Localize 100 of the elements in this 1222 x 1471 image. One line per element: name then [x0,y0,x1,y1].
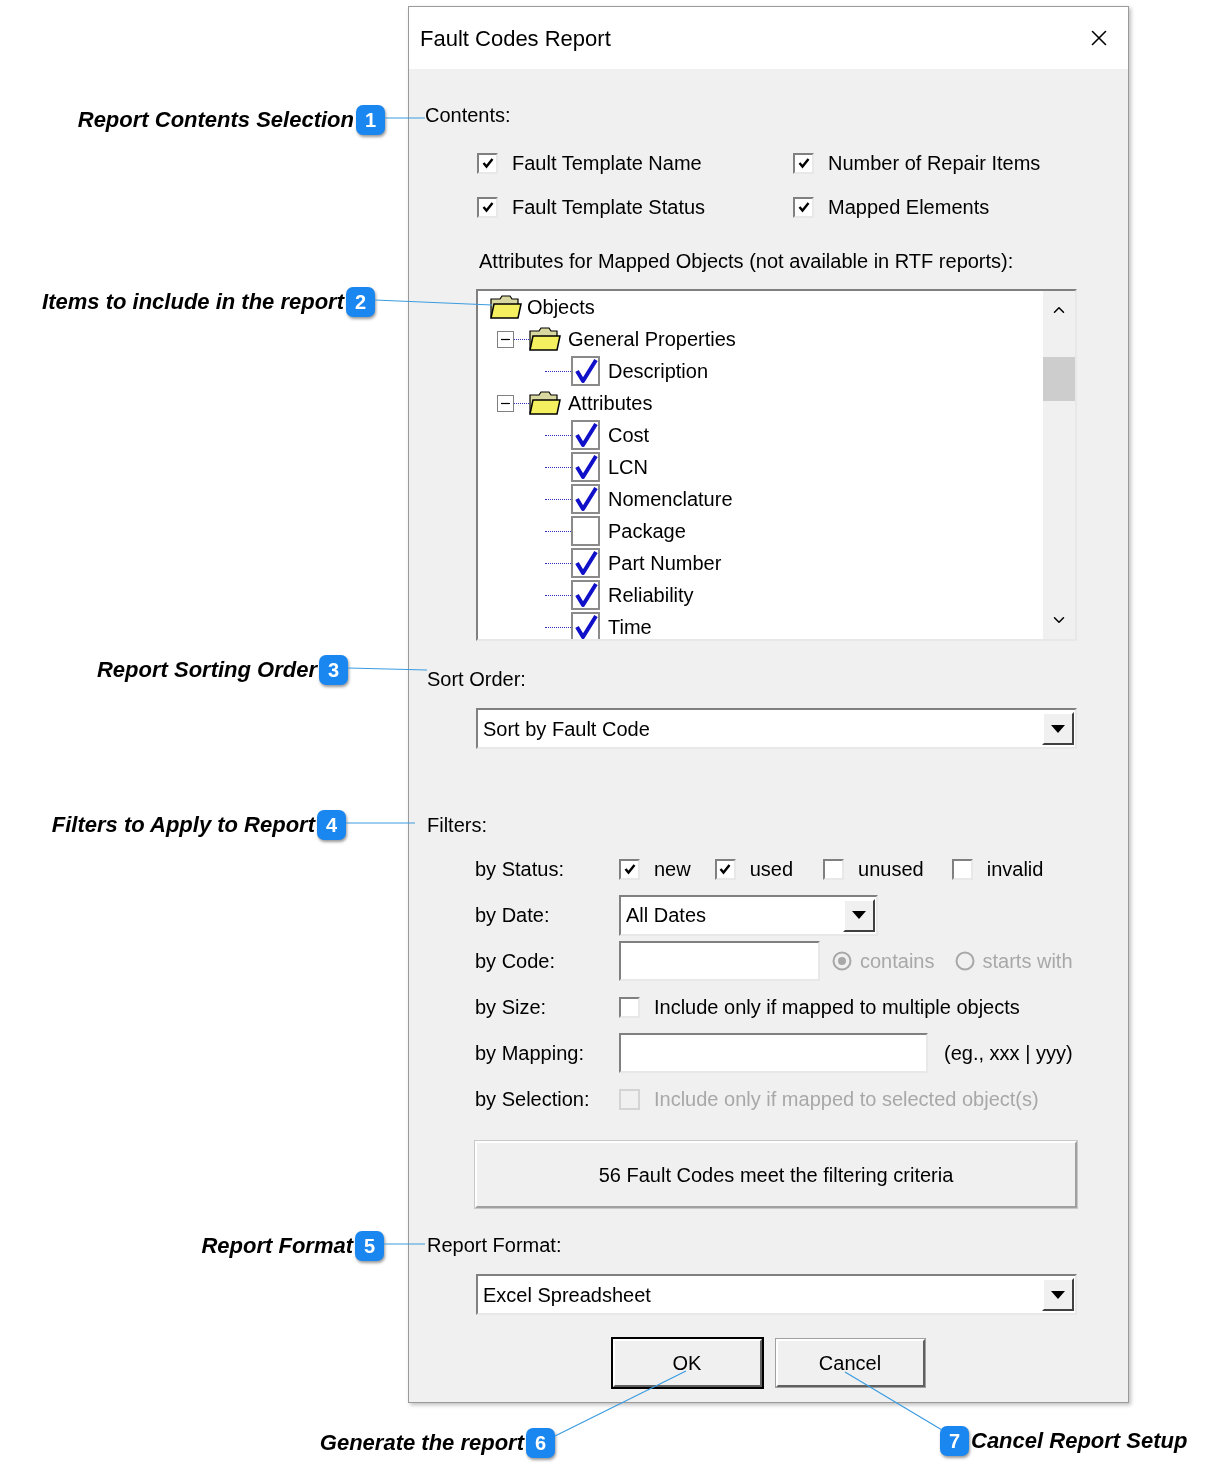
section-label: Attributes for Mapped Objects (not available in RTF reports): [479,249,1014,274]
dropdown[interactable]: Sort by Fault Code [476,708,1077,749]
check-icon [719,863,732,875]
checkbox-label: Include only if mapped to multiple objects [654,995,1020,1020]
tree-item[interactable]: LCN [608,452,648,482]
tree-item[interactable]: Objects [527,292,595,322]
status-message: 56 Fault Codes meet the filtering criteria [475,1141,1077,1208]
callout-number: 3 [319,654,348,685]
filter-label: by Size: [475,995,548,1020]
dropdown-button[interactable] [1042,712,1074,745]
check-icon [573,454,598,480]
caret-icon [852,911,866,919]
filter-label: by Status: [475,857,565,882]
check-icon [481,201,494,213]
section-label: Sort Order: [427,667,526,692]
radio-label: contains [860,949,935,974]
tree-item[interactable]: Attributes [568,388,653,418]
callout-number: 2 [346,286,375,317]
collapse-icon[interactable] [497,330,514,348]
dialog-button[interactable]: OK [612,1339,762,1387]
checkbox[interactable] [571,580,600,610]
check-icon [573,582,598,608]
checkbox[interactable] [477,152,498,174]
dropdown[interactable]: Excel Spreadsheet [476,1274,1077,1315]
checkbox-label: new [654,857,691,882]
checkbox-label: Fault Template Status [512,195,706,220]
callout-number: 4 [317,809,346,840]
callout-text: Cancel Report Setup [971,1427,1188,1455]
collapse-icon[interactable] [497,394,514,412]
dropdown-button[interactable] [1042,1278,1074,1311]
checkbox[interactable] [793,152,814,174]
callout-number: 1 [356,104,385,135]
checkbox[interactable] [823,858,845,880]
leader-line [384,117,426,119]
radio-label: starts with [982,949,1073,974]
tree-item[interactable]: Reliability [608,580,694,610]
checkbox-label: Mapped Elements [828,195,990,220]
tree-item[interactable]: Package [608,516,686,546]
checkbox[interactable] [571,548,600,578]
callout-number: 6 [526,1427,555,1458]
leader-line [383,1243,426,1245]
checkbox[interactable] [571,356,600,386]
callout-text: Report Format [201,1232,353,1260]
folder-icon [490,295,522,319]
dialog-button[interactable]: Cancel [775,1339,925,1387]
check-icon [797,157,810,169]
callout-text: Report Contents Selection [77,106,354,134]
tree-item[interactable]: Description [608,356,709,386]
check-icon [573,614,598,639]
caret-icon [1051,724,1065,733]
filter-label: by Date: [475,903,551,928]
check-icon [481,157,494,169]
scrollbar-thumb[interactable] [1043,357,1075,401]
dropdown-button[interactable] [843,898,875,932]
checkbox[interactable] [571,452,600,482]
section-label: Contents: [425,103,511,128]
folder-icon [529,391,561,415]
hint-text: (eg., xxx | yyy) [944,1041,1073,1066]
folder-icon [529,327,561,351]
check-icon [797,201,810,213]
section-label: Report Format: [427,1233,562,1258]
tree-item[interactable]: Part Number [608,548,722,578]
checkbox-label: used [749,857,794,882]
window-title: Fault Codes Report [420,24,611,53]
check-icon [573,358,598,384]
check-icon [623,863,636,875]
checkbox[interactable] [571,516,600,546]
checkbox[interactable] [571,420,600,450]
check-icon [573,550,598,576]
section-label: Filters: [427,813,487,838]
checkbox-label: Include only if mapped to selected object(s) [654,1087,1039,1112]
checkbox-label: unused [858,857,924,882]
dropdown[interactable]: All Dates [619,894,878,936]
filter-label: by Mapping: [475,1041,585,1066]
tree-item[interactable]: Nomenclature [608,484,733,514]
checkbox[interactable] [571,612,600,639]
input-field[interactable] [619,1033,928,1073]
check-icon [573,422,598,448]
checkbox[interactable] [619,996,640,1018]
checkbox[interactable] [571,484,600,514]
tree-item[interactable]: Cost [608,420,650,450]
filter-label: by Code: [475,949,557,974]
checkbox[interactable] [619,858,640,880]
callout-number: 7 [940,1425,969,1456]
checkbox[interactable] [714,858,736,880]
leader-line [345,822,416,824]
checkbox[interactable] [477,196,498,218]
checkbox[interactable] [951,858,973,880]
callout-text: Items to include in the report [42,288,344,316]
tree-item[interactable]: Time [608,612,652,639]
check-icon [573,486,598,512]
input-field[interactable] [619,941,820,981]
callout-text: Filters to Apply to Report [51,811,315,839]
tree-item[interactable]: General Properties [568,324,736,354]
filter-label: by Selection: [475,1087,591,1112]
callout-number: 5 [355,1230,384,1261]
checkbox-label: Number of Repair Items [828,151,1041,176]
callout-text: Generate the report [319,1429,524,1457]
callout-text: Report Sorting Order [97,656,317,684]
checkbox[interactable] [793,196,814,218]
